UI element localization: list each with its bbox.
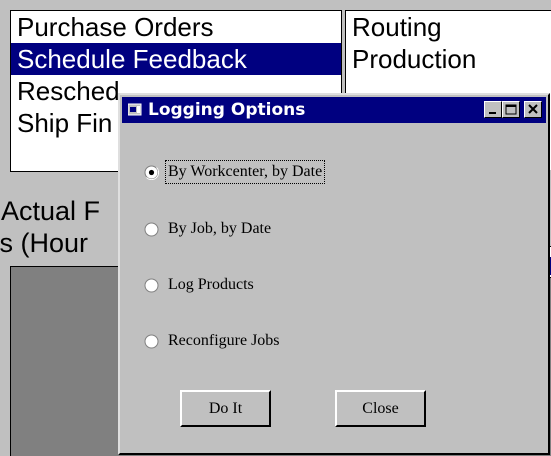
radio-selected-icon[interactable] (144, 165, 159, 180)
background-panel-text: r Actual F lts (Hour (0, 195, 125, 265)
list-item-purchase-orders[interactable]: Purchase Orders (11, 11, 341, 43)
option-reconfigure-jobs[interactable]: Reconfigure Jobs (144, 329, 280, 353)
radio-unselected-icon[interactable] (144, 278, 159, 293)
radio-unselected-icon[interactable] (144, 334, 159, 349)
close-button[interactable]: Close (335, 390, 426, 427)
maximize-icon (505, 104, 517, 115)
list-item-routing[interactable]: Routing (346, 11, 551, 43)
close-window-button[interactable] (524, 101, 542, 118)
dialog-title: Logging Options (148, 100, 306, 120)
option-by-job[interactable]: By Job, by Date (144, 217, 271, 241)
maximize-button[interactable] (502, 101, 520, 118)
option-log-products[interactable]: Log Products (144, 273, 254, 297)
option-label-log-products: Log Products (168, 276, 254, 293)
dialog-titlebar[interactable]: Logging Options (122, 97, 546, 123)
radio-unselected-icon[interactable] (144, 222, 159, 237)
minimize-icon (489, 112, 496, 114)
list-item-production[interactable]: Production (346, 43, 551, 75)
option-label-reconfigure-jobs: Reconfigure Jobs (168, 332, 280, 349)
panel-line-actual: r Actual F (0, 196, 101, 226)
app-window-icon (128, 103, 142, 116)
list-item-schedule-feedback[interactable]: Schedule Feedback (11, 43, 341, 75)
logging-options-dialog: Logging Options By Workcenter, by Date B… (118, 93, 550, 455)
option-by-workcenter[interactable]: By Workcenter, by Date (144, 160, 326, 184)
option-label-by-workcenter: By Workcenter, by Date (164, 160, 326, 184)
minimize-button[interactable] (484, 101, 502, 118)
do-it-button[interactable]: Do It (180, 390, 271, 427)
close-icon (528, 104, 538, 114)
option-label-by-job: By Job, by Date (168, 220, 272, 237)
panel-line-hours: lts (Hour (0, 228, 89, 258)
